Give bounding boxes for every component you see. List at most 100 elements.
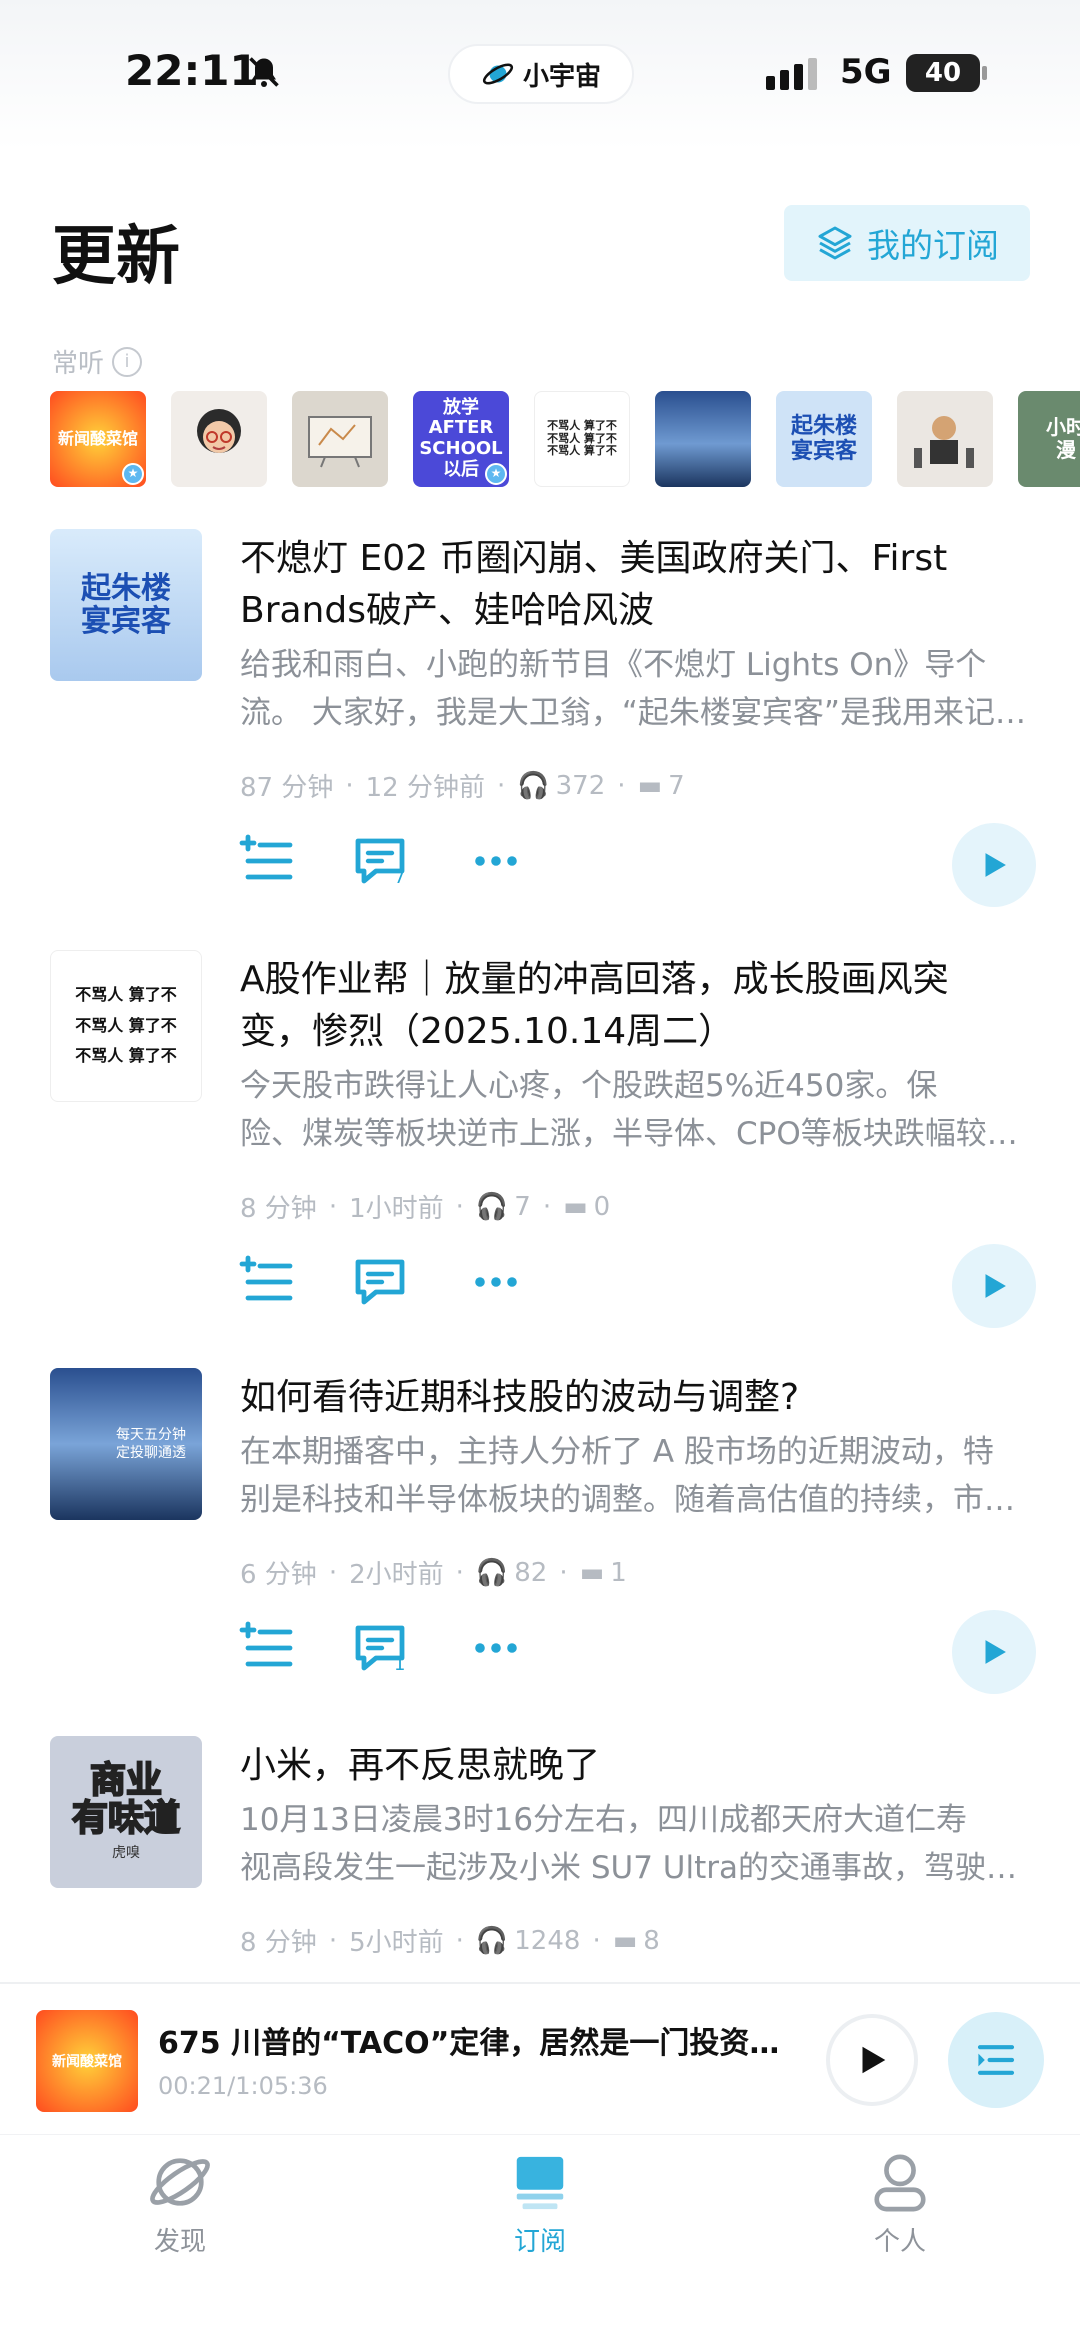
play-icon <box>985 1640 1006 1664</box>
play-button[interactable] <box>952 823 1036 907</box>
episode-cover[interactable]: 商业 有味道 虎嗅 <box>50 1736 202 1888</box>
frequent-podcast-1-text: 新闻酸菜馆 <box>57 428 138 448</box>
tab-subscribe-label: 订阅 <box>513 2227 566 2257</box>
portrait-icon <box>197 409 241 453</box>
battery-level: 40 <box>924 58 962 88</box>
episode-duration: 6 分钟 <box>240 1560 317 1590</box>
headphones-icon: 🎧 <box>475 1191 509 1222</box>
episode-meta: 8 分钟 · 5小时前 · 🎧 1248 · ▬ 8 <box>240 1922 660 1959</box>
person-icon <box>874 2154 926 2212</box>
my-subscriptions-button[interactable]: 我的订阅 <box>784 205 1030 281</box>
mini-player-title[interactable]: 675 川普的“TACO”定律，居然是一门投资哲学 <box>158 2018 808 2062</box>
comment-small-icon: ▬ <box>612 1925 638 1956</box>
episode-cover-subtext: 虎嗅 <box>112 1844 140 1861</box>
status-time: 22:11 <box>125 46 259 95</box>
comment-icon[interactable] <box>350 1252 410 1312</box>
mini-player-play-button[interactable] <box>826 2014 918 2106</box>
episode-title[interactable]: 不熄灯 E02 币圈闪崩、美国政府关门、First Brands破产、娃哈哈风波 <box>240 533 1010 637</box>
studio-icon <box>914 416 974 468</box>
tab-profile[interactable]: 个人 <box>820 2151 980 2258</box>
episode-description-line-2: 流。 大家好，我是大卫翁，“起朱楼宴宾客”是我用来记录生活的播客 <box>240 695 1030 731</box>
episode-plays: 7 <box>514 1191 531 1222</box>
episode-time-ago: 2小时前 <box>349 1560 444 1590</box>
frequent-podcast-2[interactable] <box>171 391 267 487</box>
play-icon <box>862 2046 886 2074</box>
episode-description-line-2: 别是科技和半导体板块的调整。随着高估值的持续，市场出现分化。 <box>240 1482 1030 1518</box>
episode-cover[interactable]: 每天五分钟 定投聊通透 <box>50 1368 202 1520</box>
battery-icon: 40 <box>906 54 987 92</box>
more-icon[interactable] <box>466 1252 526 1312</box>
episode-title[interactable]: 小米，再不反思就晚了 <box>240 1740 1010 1792</box>
frequent-podcast-7[interactable]: 起朱楼 宴宾客 <box>776 391 872 487</box>
mini-player-cover-text: 新闻酸菜馆 <box>52 2054 122 2070</box>
star-icon: ★ <box>122 463 144 485</box>
frequent-podcast-1[interactable]: 新闻酸菜馆 ★ <box>50 391 146 487</box>
episode-actions: 1 <box>236 1610 1036 1694</box>
headphones-icon: 🎧 <box>475 1925 509 1956</box>
episode-description-line-1: 在本期播客中，主持人分析了 A 股市场的近期波动，特 <box>240 1434 994 1470</box>
episode-meta: 8 分钟 · 1小时前 · 🎧 7 · ▬ 0 <box>240 1188 610 1225</box>
frequent-podcast-9-text: 小时 漫 <box>1046 415 1080 462</box>
episode-description-line-1: 给我和雨白、小跑的新节目《不熄灯 Lights On》导个 <box>240 647 987 683</box>
episode-description-line-2: 险、煤炭等板块逆市上涨，半导体、CPO等板块跌幅较大。 <box>240 1116 1030 1152</box>
playlist-button[interactable] <box>948 2012 1044 2108</box>
headphones-icon: 🎧 <box>475 1557 509 1588</box>
add-to-playlist-icon[interactable] <box>236 1252 296 1312</box>
app-pill-label: 小宇宙 <box>522 61 601 92</box>
tab-subscribe[interactable]: 订阅 <box>460 2151 620 2258</box>
frequent-podcast-5-text: 不骂人 算了不 不骂人 算了不 不骂人 算了不 <box>547 419 617 458</box>
network-label: 5G <box>840 52 892 92</box>
bell-muted-icon <box>249 57 279 87</box>
frequent-podcast-8[interactable] <box>897 391 993 487</box>
frequent-podcast-5[interactable]: 不骂人 算了不 不骂人 算了不 不骂人 算了不 <box>534 391 630 487</box>
mini-player-cover[interactable]: 新闻酸菜馆 <box>36 2010 138 2112</box>
episode-comments: 8 <box>643 1925 660 1956</box>
frequent-podcast-6[interactable] <box>655 391 751 487</box>
info-icon[interactable]: i <box>112 346 143 377</box>
episode-time-ago: 12 分钟前 <box>365 773 485 803</box>
whiteboard-icon <box>308 416 372 468</box>
episode-plays: 372 <box>555 770 606 801</box>
frequent-podcast-9[interactable]: 小时 漫 <box>1018 391 1080 487</box>
frequent-podcast-4[interactable]: 放学 AFTER SCHOOL 以后 ★ <box>413 391 509 487</box>
tab-discover[interactable]: 发现 <box>100 2151 260 2258</box>
planet-icon <box>150 2158 210 2206</box>
comment-count-badge: 1 <box>394 1654 406 1675</box>
play-button[interactable] <box>952 1244 1036 1328</box>
mini-player[interactable]: 新闻酸菜馆 675 川普的“TACO”定律，居然是一门投资哲学 00:21/1:… <box>0 1982 1080 2132</box>
comment-small-icon: ▬ <box>563 1191 588 1222</box>
star-icon: ★ <box>485 463 507 485</box>
episode-duration: 87 分钟 <box>240 773 334 803</box>
add-to-playlist-icon[interactable] <box>236 1618 296 1678</box>
episode-time-ago: 1小时前 <box>349 1194 444 1224</box>
play-button[interactable] <box>952 1610 1036 1694</box>
comment-small-icon: ▬ <box>637 770 663 801</box>
episode-title[interactable]: A股作业帮｜放量的冲高回落，成长股画风突变，惨烈（2025.10.14周二） <box>240 954 1010 1058</box>
headphones-icon: 🎧 <box>517 770 550 801</box>
episode-cover[interactable]: 起朱楼 宴宾客 <box>50 529 202 681</box>
episode-duration: 8 分钟 <box>240 1194 317 1224</box>
episode-plays: 1248 <box>514 1925 581 1956</box>
play-icon <box>985 853 1006 877</box>
episode-cover[interactable]: 不骂人 算了不 不骂人 算了不 不骂人 算了不 <box>50 950 202 1102</box>
frequent-podcasts-row: 新闻酸菜馆 ★ 放学 AFTER SCHOOL 以后 ★ 不骂人 算了不 不骂人… <box>50 391 1080 487</box>
episode-actions: 7 <box>236 823 1036 907</box>
play-icon <box>985 1274 1006 1298</box>
mini-player-time: 00:21/1:05:36 <box>158 2072 328 2100</box>
more-icon[interactable] <box>466 1618 526 1678</box>
frequent-label-text: 常听 <box>52 349 105 379</box>
frequent-podcast-3[interactable] <box>292 391 388 487</box>
status-bar: 22:11 小宇宙 5G 40 <box>0 0 1080 150</box>
episode-time-ago: 5小时前 <box>349 1928 444 1958</box>
more-icon[interactable] <box>466 831 526 891</box>
episode-meta: 6 分钟 · 2小时前 · 🎧 82 · ▬ 1 <box>240 1554 627 1591</box>
frequent-label: 常听 i <box>52 343 143 380</box>
episode-description-line-1: 今天股市跌得让人心疼，个股跌超5%近450家。保 <box>240 1068 938 1104</box>
playlist-icon <box>977 2045 1015 2075</box>
app-pill[interactable]: 小宇宙 <box>448 44 634 104</box>
add-to-playlist-icon[interactable] <box>236 831 296 891</box>
episode-title[interactable]: 如何看待近期科技股的波动与调整? <box>240 1372 1010 1424</box>
episode-plays: 82 <box>514 1557 548 1588</box>
planet-icon <box>482 63 514 85</box>
episode-description-line-2: 视高段发生一起涉及小米 SU7 Ultra的交通事故，驾驶员不幸身亡 <box>240 1850 1030 1886</box>
